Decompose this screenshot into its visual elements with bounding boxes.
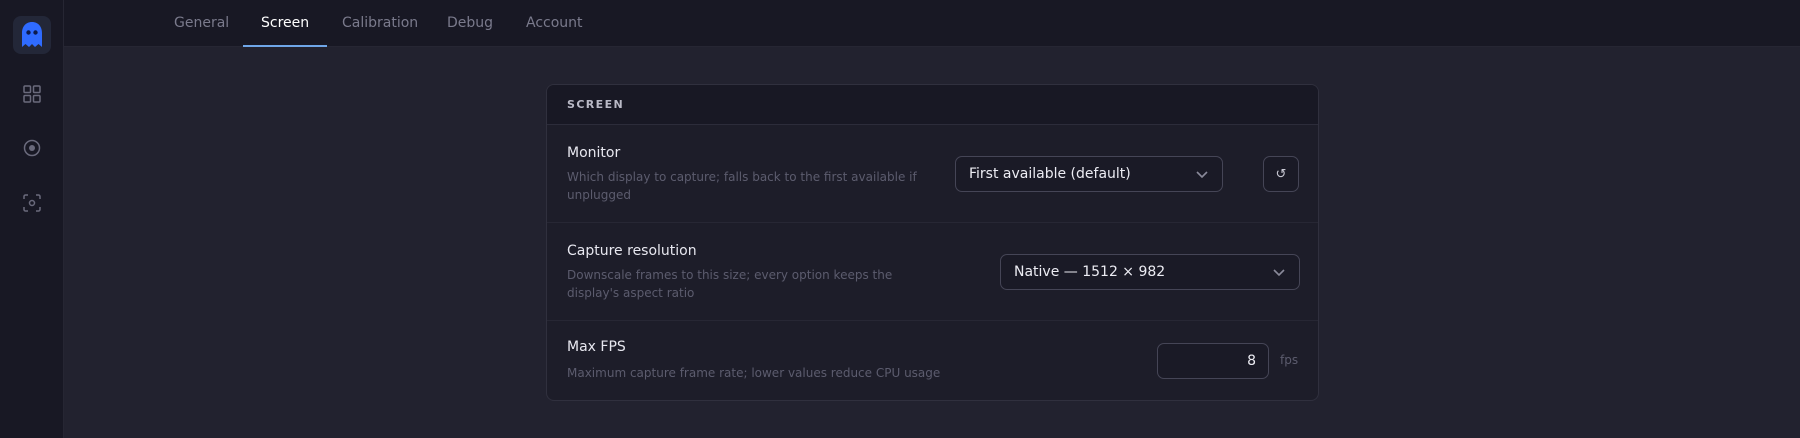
refresh-monitors-button[interactable]: ↺: [1263, 156, 1299, 192]
sidebar-item-dashboard[interactable]: [20, 82, 44, 106]
monitor-row: Monitor Which display to capture; falls …: [547, 125, 1318, 223]
tab-general[interactable]: General: [156, 0, 247, 47]
screen-settings-card: SCREEN Monitor Which display to capture;…: [546, 84, 1319, 401]
sidebar-item-screen[interactable]: [20, 191, 44, 215]
tab-calibration[interactable]: Calibration: [324, 0, 436, 47]
tab-debug[interactable]: Debug: [429, 0, 511, 47]
grid-icon: [23, 85, 41, 103]
max-fps-input[interactable]: [1157, 343, 1269, 379]
record-icon: [23, 139, 41, 157]
max-fps-row: Max FPS Maximum capture frame rate; lowe…: [547, 321, 1318, 400]
capture-resolution-row: Capture resolution Downscale frames to t…: [547, 223, 1318, 321]
max-fps-description: Maximum capture frame rate; lower values…: [567, 366, 941, 380]
capture-resolution-select[interactable]: Native — 1512 × 982: [1000, 254, 1300, 290]
screen-capture-icon: [23, 194, 41, 212]
capture-resolution-description: Downscale frames to this size; every opt…: [567, 268, 893, 300]
fps-unit-label: fps: [1280, 353, 1299, 367]
monitor-title: Monitor: [567, 145, 621, 161]
chevron-down-icon: [1196, 171, 1208, 179]
capture-resolution-value: Native — 1512 × 982: [1014, 264, 1166, 280]
tab-account[interactable]: Account: [508, 0, 601, 47]
max-fps-title: Max FPS: [567, 339, 626, 355]
capture-resolution-title: Capture resolution: [567, 243, 697, 259]
monitor-select-value: First available (default): [969, 166, 1131, 182]
refresh-icon: ↺: [1275, 166, 1287, 182]
chevron-down-icon: [1273, 269, 1285, 277]
monitor-description: Which display to capture; falls back to …: [567, 170, 917, 202]
monitor-select[interactable]: First available (default): [955, 156, 1223, 192]
tab-screen[interactable]: Screen: [243, 0, 328, 47]
sidebar-item-record[interactable]: [20, 136, 44, 160]
card-title: SCREEN: [547, 85, 1318, 125]
sidebar: [0, 0, 64, 438]
ghost-logo-icon: [22, 22, 42, 47]
tab-bar: General Screen Calibration Debug Account: [64, 0, 1800, 47]
app-logo[interactable]: [13, 16, 51, 54]
